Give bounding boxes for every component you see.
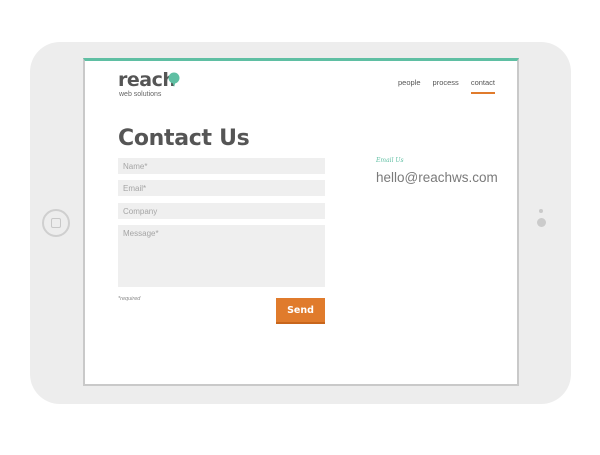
contact-email-link[interactable]: hello@reachws.com	[376, 169, 498, 187]
home-button[interactable]	[42, 209, 70, 237]
logo-subtitle: web solutions	[119, 91, 162, 98]
sensor-dot	[539, 209, 543, 213]
logo-word: reach	[118, 69, 176, 91]
main-nav: people process contact	[398, 78, 496, 94]
nav-item-process[interactable]: process	[433, 78, 459, 92]
message-field[interactable]	[118, 225, 325, 287]
company-field[interactable]	[118, 203, 325, 219]
screen: reach web solutions people process conta…	[83, 58, 519, 386]
email-us-label: Email Us	[376, 157, 404, 164]
nav-item-people[interactable]: people	[398, 78, 421, 92]
send-button[interactable]: Send	[276, 298, 325, 324]
required-note: *required	[118, 296, 141, 302]
speech-bubble-icon	[168, 72, 180, 93]
name-field[interactable]	[118, 158, 325, 174]
email-field[interactable]	[118, 180, 325, 196]
home-square-icon	[51, 218, 61, 228]
logo[interactable]: reach web solutions	[118, 69, 188, 101]
nav-item-contact[interactable]: contact	[470, 78, 496, 94]
camera-icon	[537, 218, 546, 227]
page-title: Contact Us	[118, 126, 250, 151]
